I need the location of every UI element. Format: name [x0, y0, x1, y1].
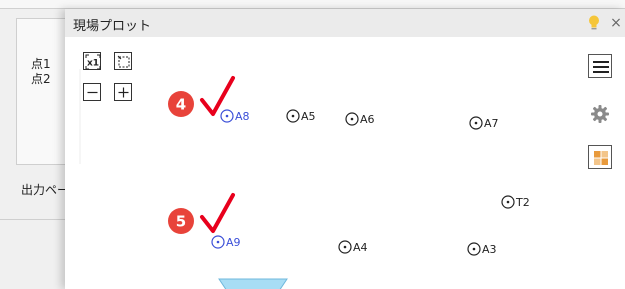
survey-point[interactable]: A3	[467, 242, 497, 256]
screen: 点1 点2 出力ペー 現場プロット × 4 5 A8 A5 A6 A7 T2 A…	[0, 0, 625, 289]
point-label: A3	[482, 243, 497, 256]
zoom-in-button[interactable]	[114, 83, 132, 101]
zoom-window-icon	[117, 55, 130, 68]
zoom-in-icon	[118, 87, 129, 98]
survey-point[interactable]: A9	[211, 235, 241, 249]
layout-button[interactable]	[588, 145, 612, 169]
point-label: A9	[226, 236, 241, 249]
settings-button[interactable]	[588, 102, 612, 126]
point-label: T2	[515, 196, 530, 209]
survey-point[interactable]: A5	[286, 109, 316, 123]
grid-layout-icon	[594, 151, 608, 165]
zoom-extents-label: x1	[87, 59, 99, 69]
point-label: A8	[235, 110, 250, 123]
point-label: A4	[353, 241, 368, 254]
check-mark-icon	[200, 193, 235, 233]
plot-canvas[interactable]: 4 5 A8 A5 A6 A7 T2 A9 A4 A3	[65, 9, 625, 289]
output-page-label: 出力ペー	[21, 183, 70, 197]
zoom-extents-icon: x1	[85, 54, 101, 70]
point-list-item[interactable]: 点2	[31, 70, 51, 87]
zoom-out-icon	[87, 91, 98, 94]
callout-5: 5	[168, 193, 235, 234]
point-label: A6	[360, 113, 375, 126]
survey-point[interactable]: A4	[338, 240, 368, 254]
check-mark-icon	[200, 76, 235, 116]
zoom-extents-button[interactable]: x1	[83, 52, 101, 70]
point-label: A5	[301, 110, 316, 123]
survey-point[interactable]: A6	[345, 112, 375, 126]
survey-point[interactable]: T2	[501, 195, 530, 209]
zoom-window-button[interactable]	[114, 52, 132, 70]
parent-dialog-topbar	[0, 0, 625, 9]
survey-point[interactable]: A7	[469, 116, 499, 130]
instrument-marker-icon[interactable]	[218, 278, 288, 289]
menu-button[interactable]	[588, 54, 612, 78]
hamburger-menu-icon	[593, 61, 609, 73]
callout-number: 5	[176, 213, 186, 231]
point-label: A7	[484, 117, 499, 130]
zoom-out-button[interactable]	[83, 83, 101, 101]
gear-icon	[591, 105, 609, 123]
callout-number: 4	[176, 96, 186, 114]
site-plot-window: 現場プロット × 4 5 A8 A5 A6 A7 T2 A9 A4 A3 x1	[65, 9, 625, 289]
survey-point[interactable]: A8	[220, 109, 250, 123]
divider	[0, 219, 70, 220]
